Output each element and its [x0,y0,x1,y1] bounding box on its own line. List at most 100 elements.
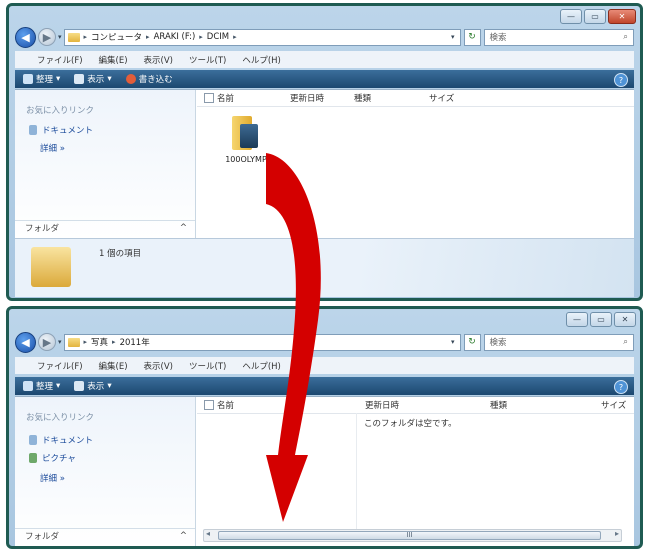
back-button[interactable]: ◀ [15,331,36,353]
chevron-down-icon: ▾ [107,74,112,84]
favorite-link-label: ピクチャ [42,454,76,464]
navigation-pane: お気に入りリンク ドキュメント ピクチャ 詳細 » フォルダ ^ [15,397,196,546]
chevron-right-icon[interactable]: ▸ [199,33,203,41]
collapse-icon[interactable]: ^ [180,223,187,233]
select-all-checkbox[interactable] [204,93,214,103]
organize-button[interactable]: 整理 ▾ [23,380,60,392]
organize-icon [23,74,33,84]
menu-help[interactable]: ヘルプ(H) [242,54,281,66]
column-name-label: 名前 [217,94,235,104]
forward-button[interactable]: ▶ [38,333,56,351]
select-all-checkbox[interactable] [204,400,214,410]
menu-view[interactable]: 表示(V) [144,360,173,372]
views-button[interactable]: 表示 ▾ [74,73,112,85]
horizontal-scrollbar[interactable]: ◂ III ▸ [203,529,622,542]
folder-icon [67,337,80,347]
chevron-right-icon[interactable]: ▸ [112,338,116,346]
explorer-window-photos: — ▭ ✕ ◀ ▶ ▾ ▸ 写真 ▸ 2011年 ▾ ↻ 検索 ⌕ ファイル(F… [6,306,643,549]
window-controls: — ▭ ✕ [566,312,636,327]
breadcrumb-computer[interactable]: コンピュータ [91,31,142,43]
explorer-window-dcim: — ▭ ✕ ◀ ▶ ▾ ▸ コンピュータ ▸ ARAKI (F:) ▸ DCIM… [6,3,643,301]
menu-tools[interactable]: ツール(T) [189,360,226,372]
search-input[interactable]: 検索 ⌕ [483,333,634,351]
views-button[interactable]: 表示 ▾ [74,380,112,392]
column-size[interactable]: サイズ [601,399,626,411]
menu-help[interactable]: ヘルプ(H) [242,360,281,372]
favorite-link-label: ドキュメント [42,436,94,446]
chevron-right-icon[interactable]: ▸ [146,33,150,41]
details-pane: 1 個の項目 [15,238,634,297]
folder-item-label: 100OLYMP [225,155,267,164]
help-icon[interactable]: ? [614,73,628,87]
folders-bar[interactable]: フォルダ ^ [15,220,195,235]
menu-tools[interactable]: ツール(T) [189,54,226,66]
breadcrumb-dcim[interactable]: DCIM [207,32,229,42]
column-type[interactable]: 種類 [490,399,507,411]
column-size[interactable]: サイズ [429,92,454,104]
close-button[interactable]: ✕ [614,312,636,327]
scroll-left-icon[interactable]: ◂ [206,529,210,538]
maximize-button[interactable]: ▭ [584,9,606,24]
organize-icon [23,381,33,391]
minimize-button[interactable]: — [566,312,588,327]
chevron-right-icon[interactable]: ▸ [84,33,88,41]
menu-edit[interactable]: 編集(E) [99,54,128,66]
column-name[interactable]: 名前 [204,399,234,411]
folders-bar[interactable]: フォルダ ^ [15,528,195,543]
search-input[interactable]: 検索 ⌕ [483,28,634,46]
address-bar[interactable]: ▸ 写真 ▸ 2011年 ▾ [63,333,461,351]
back-button[interactable]: ◀ [15,26,36,48]
favorite-link-documents[interactable]: ドキュメント [29,434,93,446]
refresh-button[interactable]: ↻ [463,333,481,351]
close-button[interactable]: ✕ [608,9,636,24]
breadcrumb-2011[interactable]: 2011年 [120,336,150,348]
chevron-down-icon: ▾ [56,381,61,391]
maximize-button[interactable]: ▭ [590,312,612,327]
history-dropdown-icon[interactable]: ▾ [58,33,62,41]
column-date[interactable]: 更新日時 [290,92,324,104]
chevron-right-icon[interactable]: ▸ [84,338,88,346]
refresh-button[interactable]: ↻ [463,28,481,46]
folder-item[interactable]: 100OLYMP [218,116,274,164]
more-link[interactable]: 詳細 » [40,142,65,154]
organize-label: 整理 [36,382,54,392]
navigation-pane: お気に入りリンク ドキュメント 詳細 » フォルダ ^ [15,90,196,238]
collapse-icon[interactable]: ^ [180,531,187,541]
column-type[interactable]: 種類 [354,92,371,104]
menu-file[interactable]: ファイル(F) [37,360,83,372]
search-placeholder: 検索 [489,338,507,348]
scrollbar-thumb[interactable]: III [218,531,601,540]
menu-edit[interactable]: 編集(E) [99,360,128,372]
organize-label: 整理 [36,75,54,85]
forward-button[interactable]: ▶ [38,28,56,46]
breadcrumb-photos[interactable]: 写真 [91,336,108,348]
menu-view[interactable]: 表示(V) [144,54,173,66]
breadcrumb-drive[interactable]: ARAKI (F:) [154,32,196,42]
help-icon[interactable]: ? [614,380,628,394]
search-icon[interactable]: ⌕ [623,32,628,42]
favorite-link-pictures[interactable]: ピクチャ [29,452,76,464]
organize-button[interactable]: 整理 ▾ [23,73,60,85]
address-dropdown-icon[interactable]: ▾ [451,338,455,346]
more-link[interactable]: 詳細 » [40,472,65,484]
column-divider [356,413,357,529]
burn-button[interactable]: 書き込む [125,73,173,85]
window-controls: — ▭ ✕ [560,9,636,24]
column-date[interactable]: 更新日時 [365,399,399,411]
search-icon[interactable]: ⌕ [623,337,628,347]
column-header-row: 名前 更新日時 種類 サイズ [197,397,634,414]
favorites-heading: お気に入りリンク [26,413,95,423]
favorite-link-documents[interactable]: ドキュメント [29,124,93,136]
chevron-right-icon[interactable]: ▸ [233,33,237,41]
address-dropdown-icon[interactable]: ▾ [451,33,455,41]
menu-file[interactable]: ファイル(F) [37,54,83,66]
address-bar[interactable]: ▸ コンピュータ ▸ ARAKI (F:) ▸ DCIM ▸ ▾ [63,28,461,46]
folder-icon [67,32,80,42]
favorites-heading: お気に入りリンク [26,106,95,116]
column-name[interactable]: 名前 [204,92,234,104]
history-dropdown-icon[interactable]: ▾ [58,338,62,346]
column-name-label: 名前 [217,401,235,411]
scroll-right-icon[interactable]: ▸ [615,529,619,538]
empty-folder-message: このフォルダは空です。 [364,419,457,429]
minimize-button[interactable]: — [560,9,582,24]
